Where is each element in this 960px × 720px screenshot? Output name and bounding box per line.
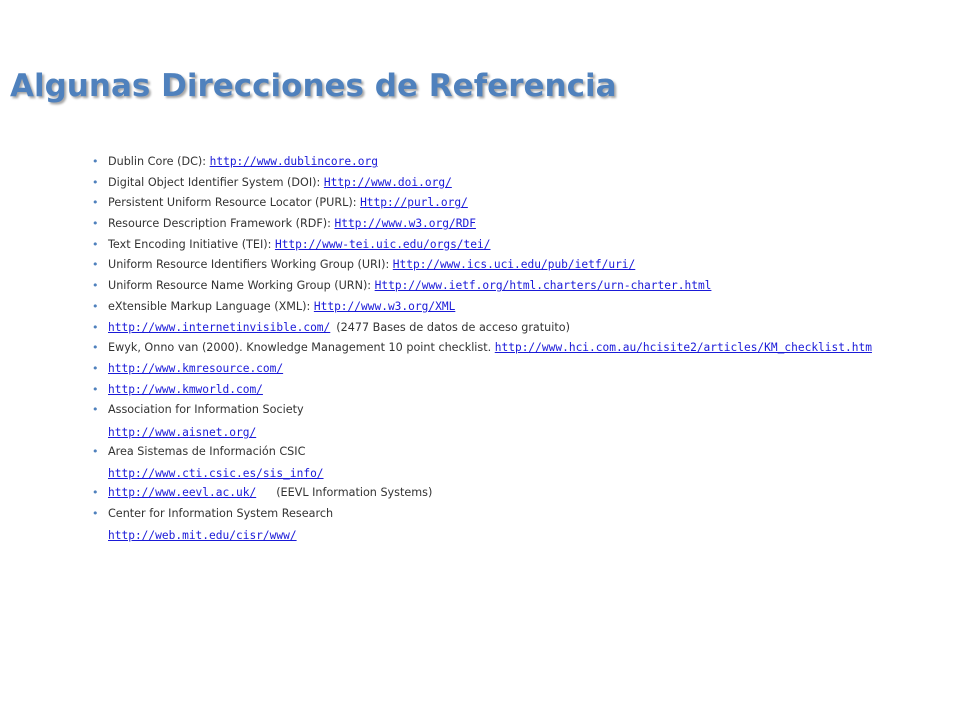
- bullet-icon: •: [92, 341, 99, 355]
- bullet-icon: •: [92, 361, 99, 375]
- bullet-icon: •: [92, 403, 99, 417]
- reference-link[interactable]: http://www.kmresource.com/: [108, 362, 283, 375]
- reference-link[interactable]: http://www.eevl.ac.uk/: [108, 486, 256, 499]
- reference-link[interactable]: Http://www.doi.org/: [324, 176, 452, 189]
- reference-link[interactable]: Http://www.w3.org/RDF: [335, 217, 476, 230]
- list-item: • Resource Description Framework (RDF): …: [92, 214, 952, 235]
- item-label: eXtensible Markup Language (XML):: [108, 299, 314, 313]
- item-note: (2477 Bases de datos de acceso gratuito): [336, 320, 570, 334]
- bullet-icon: •: [92, 299, 99, 313]
- item-label: Uniform Resource Identifiers Working Gro…: [108, 258, 393, 272]
- list-item: • Uniform Resource Name Working Group (U…: [92, 276, 952, 297]
- bullet-icon: •: [92, 444, 99, 458]
- list-item-continuation: http://www.cti.csic.es/sis_info/: [92, 462, 952, 483]
- bullet-icon: •: [92, 155, 99, 168]
- list-item: • http://www.eevl.ac.uk/ (EEVL Informatio…: [92, 483, 952, 504]
- bullet-icon: •: [92, 486, 99, 499]
- list-item: • Digital Object Identifier System (DOI)…: [92, 173, 952, 194]
- reference-link[interactable]: Http://purl.org/: [360, 196, 468, 209]
- item-note: (EEVL Information Systems): [276, 486, 433, 499]
- item-label: Area Sistemas de Información CSIC: [108, 444, 306, 458]
- list-item-continuation: http://www.aisnet.org/: [92, 421, 952, 442]
- list-item-continuation: http://web.mit.edu/cisr/www/: [92, 524, 952, 545]
- reference-link[interactable]: Http://www.w3.org/XML: [314, 300, 455, 313]
- list-item: • Text Encoding Initiative (TEI): Http:/…: [92, 235, 952, 256]
- list-item: • eXtensible Markup Language (XML): Http…: [92, 297, 952, 318]
- item-label: Persistent Uniform Resource Locator (PUR…: [108, 196, 361, 210]
- reference-link[interactable]: http://www.kmworld.com/: [108, 383, 263, 396]
- list-item: • Ewyk, Onno van (2000). Knowledge Manag…: [92, 338, 952, 359]
- page-title: Algunas Direcciones de Referencia: [10, 68, 617, 104]
- bullet-icon: •: [92, 258, 99, 272]
- bullet-icon: •: [92, 506, 99, 520]
- item-label: Text Encoding Initiative (TEI):: [108, 237, 275, 251]
- reference-link[interactable]: Http://www-tei.uic.edu/orgs/tei/: [275, 238, 491, 251]
- bullet-icon: •: [92, 217, 99, 231]
- list-item: • Area Sistemas de Información CSIC: [92, 442, 952, 463]
- bullet-icon: •: [92, 196, 99, 210]
- bullet-icon: •: [92, 279, 99, 293]
- bullet-icon: •: [92, 237, 99, 251]
- reference-link[interactable]: http://www.internetinvisible.com/: [108, 321, 330, 334]
- reference-link[interactable]: http://www.aisnet.org/: [108, 426, 256, 439]
- reference-link[interactable]: Http://www.ietf.org/html.charters/urn-ch…: [375, 279, 712, 292]
- list-item: • Dublin Core (DC): http://www.dublincor…: [92, 152, 952, 173]
- item-label: Dublin Core (DC):: [108, 155, 210, 168]
- list-item: • http://www.kmworld.com/: [92, 380, 952, 401]
- reference-link[interactable]: http://web.mit.edu/cisr/www/: [108, 529, 297, 542]
- list-item: • http://www.internetinvisible.com/ (2477…: [92, 318, 952, 339]
- list-item: • Uniform Resource Identifiers Working G…: [92, 255, 952, 276]
- item-label: Uniform Resource Name Working Group (URN…: [108, 279, 375, 293]
- reference-link[interactable]: http://www.dublincore.org: [210, 155, 378, 168]
- item-label: Center for Information System Research: [108, 506, 334, 520]
- reference-link[interactable]: Http://www.ics.uci.edu/pub/ietf/uri/: [393, 258, 635, 271]
- item-label: Association for Information Society: [108, 403, 304, 417]
- item-label: Resource Description Framework (RDF):: [108, 217, 335, 231]
- list-item: • http://www.kmresource.com/: [92, 359, 952, 380]
- bullet-icon: •: [92, 320, 99, 334]
- item-label: Ewyk, Onno van (2000). Knowledge Managem…: [108, 341, 495, 355]
- reference-list: • Dublin Core (DC): http://www.dublincor…: [92, 152, 952, 545]
- bullet-icon: •: [92, 175, 99, 189]
- list-item: • Association for Information Society: [92, 400, 952, 421]
- item-label: Digital Object Identifier System (DOI):: [108, 175, 324, 189]
- reference-link[interactable]: http://www.hci.com.au/hcisite2/articles/…: [495, 341, 872, 354]
- list-item: • Center for Information System Research: [92, 504, 952, 525]
- reference-link[interactable]: http://www.cti.csic.es/sis_info/: [108, 467, 324, 480]
- list-item: • Persistent Uniform Resource Locator (P…: [92, 193, 952, 214]
- bullet-icon: •: [92, 382, 99, 396]
